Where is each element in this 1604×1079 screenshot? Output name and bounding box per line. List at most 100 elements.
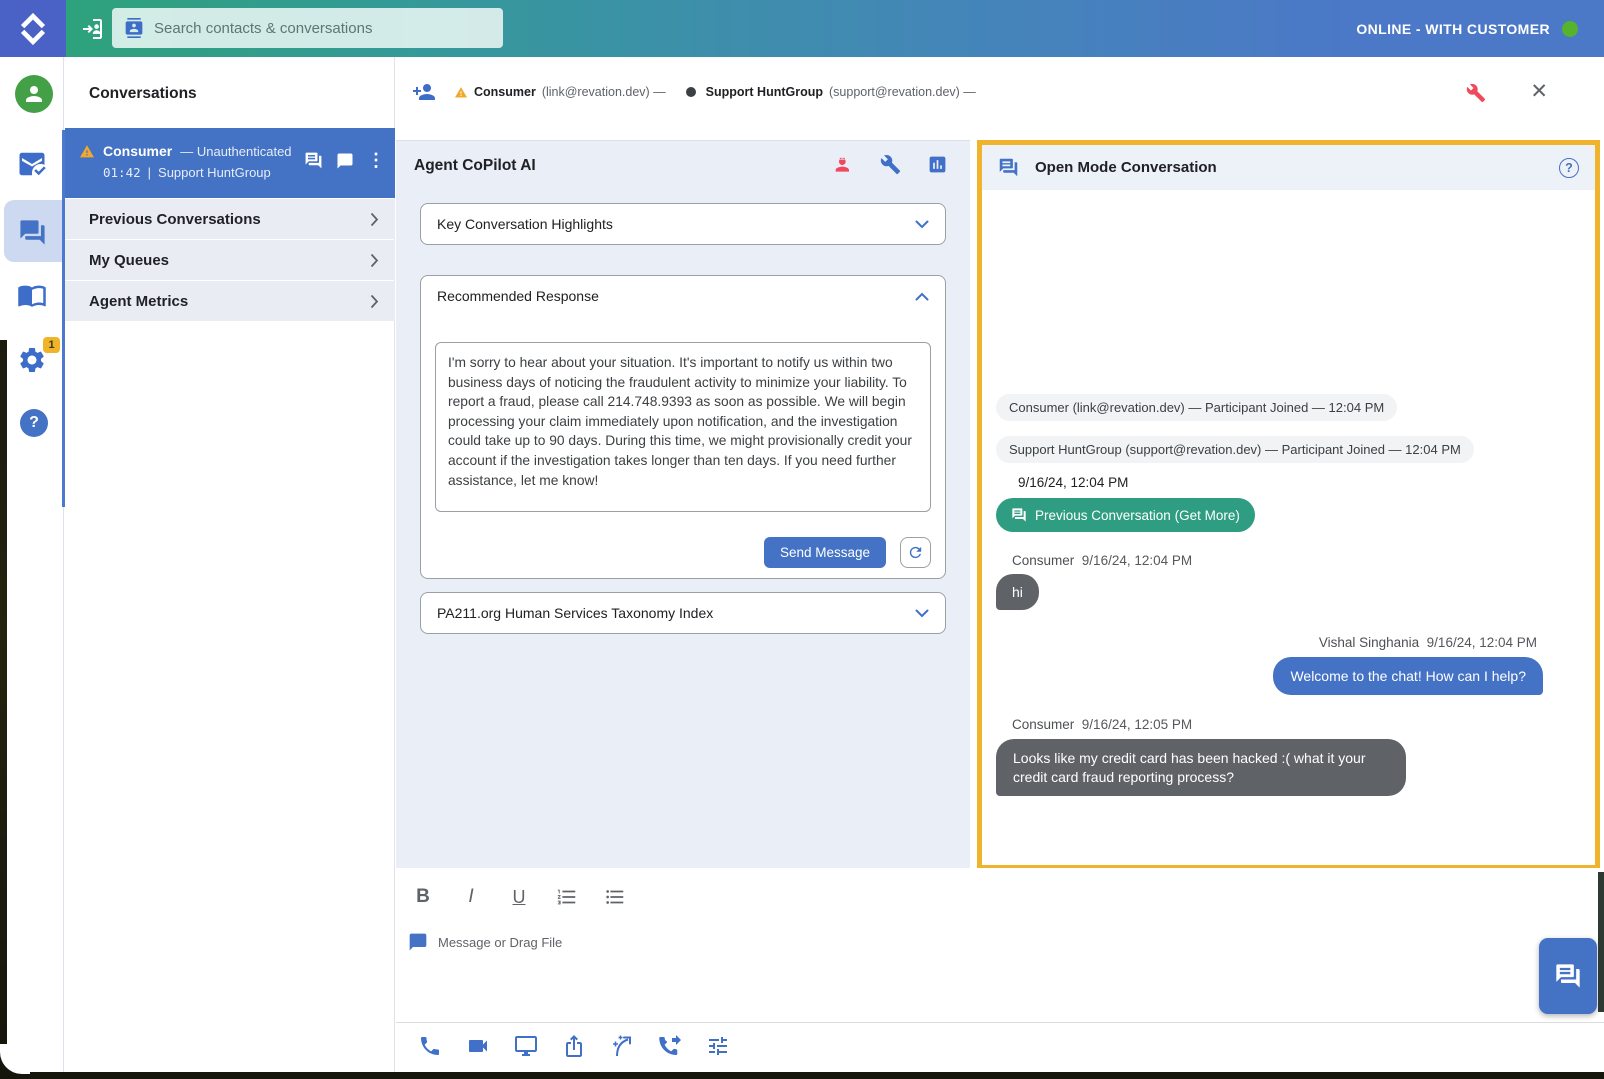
remove-person-icon[interactable] [834,155,854,175]
help-icon[interactable]: ? [20,409,48,437]
chat-bubble-icon[interactable] [336,152,354,170]
divider [396,1022,1604,1023]
rail-scroll-indicator[interactable] [62,130,65,507]
section-my-queues[interactable]: My Queues [65,240,395,280]
search-input[interactable]: Search contacts & conversations [112,8,503,48]
call-toolbar [418,1034,730,1058]
participant-name[interactable]: Support HuntGroup [706,85,823,99]
app-logo[interactable] [0,0,66,57]
message-meta: Consumer 9/16/24, 12:04 PM [1012,553,1192,568]
message-time: 9/16/24, 12:04 PM [1427,635,1537,650]
italic-button[interactable]: I [460,886,482,908]
conversation-state: — Unauthenticated [180,144,291,159]
inbox-check-icon[interactable] [17,149,47,179]
profile-avatar[interactable] [15,75,53,113]
system-event: Consumer (link@revation.dev) — Participa… [996,394,1397,421]
knowledge-book-icon[interactable] [17,280,47,310]
video-call-icon[interactable] [466,1034,490,1058]
open-mode-conversation-panel: Open Mode Conversation ? Consumer (link@… [977,140,1600,870]
audio-settings-icon[interactable] [706,1034,730,1058]
recommended-response-accordion: Recommended Response I'm sorry to hear a… [420,275,946,579]
phone-call-icon[interactable] [418,1034,442,1058]
conversation-mode-icon [998,157,1019,178]
screen-share-icon[interactable] [514,1034,538,1058]
chat-help-icon[interactable]: ? [1559,158,1579,178]
message-meta: Vishal Singhania 9/16/24, 12:04 PM [1319,635,1537,650]
underline-button[interactable]: U [508,887,530,908]
participant-detail: (link@revation.dev) — [542,85,666,99]
response-label: Recommended Response [437,288,599,304]
conversation-item-active[interactable]: Consumer — Unauthenticated 01:42 | Suppo… [65,128,395,198]
contacts-book-icon [124,18,144,38]
system-event: Support HuntGroup (support@revation.dev)… [996,436,1474,463]
highlights-accordion[interactable]: Key Conversation Highlights [420,203,946,245]
app-window: Search contacts & conversations ONLINE -… [0,0,1604,1072]
open-chat-fab[interactable] [1539,938,1597,1014]
chat-bubble-icon [408,932,428,952]
bulleted-list-icon[interactable] [604,886,626,908]
top-bar: Search contacts & conversations ONLINE -… [0,0,1604,57]
send-message-button[interactable]: Send Message [764,537,886,568]
ai-transfer-icon[interactable] [610,1034,634,1058]
chevron-right-icon [370,294,379,309]
screen: Search contacts & conversations ONLINE -… [0,0,1604,1079]
status-online-dot [1562,21,1578,37]
nav-rail: 1 ? [0,57,64,1072]
more-options-icon[interactable]: ⋮ [367,150,385,171]
chat-header: Open Mode Conversation ? [982,145,1595,190]
bold-button[interactable]: B [412,886,434,908]
section-agent-metrics[interactable]: Agent Metrics [65,281,395,321]
conversations-icon[interactable] [17,217,47,247]
desktop-edge [0,1072,1604,1079]
message-author: Vishal Singhania [1319,635,1419,650]
previous-conversation-button[interactable]: Previous Conversation (Get More) [996,498,1255,532]
desktop-edge [1598,872,1604,1012]
close-icon[interactable]: ✕ [1530,81,1548,102]
settings-notification-badge: 1 [43,337,60,353]
desktop-edge [0,340,7,1079]
chevron-down-icon[interactable] [915,609,929,618]
date-header: 9/16/24, 12:04 PM [1018,475,1128,490]
chat-message-incoming: Looks like my credit card has been hacke… [996,739,1406,796]
message-placeholder: Message or Drag File [438,935,562,950]
conversations-panel: Conversations Consumer — Unauthenticated… [65,57,395,1072]
agent-status[interactable]: ONLINE - WITH CUSTOMER [1356,0,1578,57]
message-composer: B I U Message or Drag File [396,868,1604,1072]
numbered-list-icon[interactable] [556,886,578,908]
conversations-title: Conversations [89,85,197,103]
add-participant-icon[interactable] [412,82,436,103]
previous-conversation-label: Previous Conversation (Get More) [1035,508,1240,523]
import-contact-icon[interactable] [78,15,108,43]
chevron-up-icon[interactable] [915,292,929,301]
message-time: 9/16/24, 12:05 PM [1082,717,1192,732]
section-label: Previous Conversations [89,211,261,228]
message-meta: Consumer 9/16/24, 12:05 PM [1012,717,1192,732]
refresh-response-button[interactable] [900,537,931,568]
presence-dot-icon [686,87,696,97]
troubleshoot-wrench-icon[interactable] [1466,83,1486,103]
diamond-logo-icon [16,12,50,46]
response-textarea[interactable]: I'm sorry to hear about your situation. … [435,342,931,512]
warning-icon [79,144,95,158]
message-input[interactable]: Message or Drag File [408,932,562,952]
metrics-chart-icon[interactable] [927,154,948,175]
section-label: Agent Metrics [89,293,188,310]
highlights-label: Key Conversation Highlights [437,216,613,232]
copilot-panel: Agent CoPilot AI Key Conversation Highli… [396,140,970,868]
section-previous-conversations[interactable]: Previous Conversations [65,199,395,239]
message-author: Consumer [1012,717,1074,732]
search-placeholder: Search contacts & conversations [154,20,372,37]
format-toolbar: B I U [412,886,626,908]
chat-message-incoming: hi [996,574,1039,610]
participant-name[interactable]: Consumer [474,85,536,99]
message-author: Consumer [1012,553,1074,568]
tools-wrench-icon[interactable] [880,154,901,175]
share-upload-icon[interactable] [562,1034,586,1058]
conversation-timer: 01:42 [103,165,141,180]
call-transfer-icon[interactable] [658,1034,682,1058]
copilot-title: Agent CoPilot AI [414,157,536,175]
warning-icon [454,86,468,98]
chevron-down-icon[interactable] [915,220,929,229]
taxonomy-accordion[interactable]: PA211.org Human Services Taxonomy Index [420,592,946,634]
open-mode-chat-icon[interactable] [304,151,323,170]
